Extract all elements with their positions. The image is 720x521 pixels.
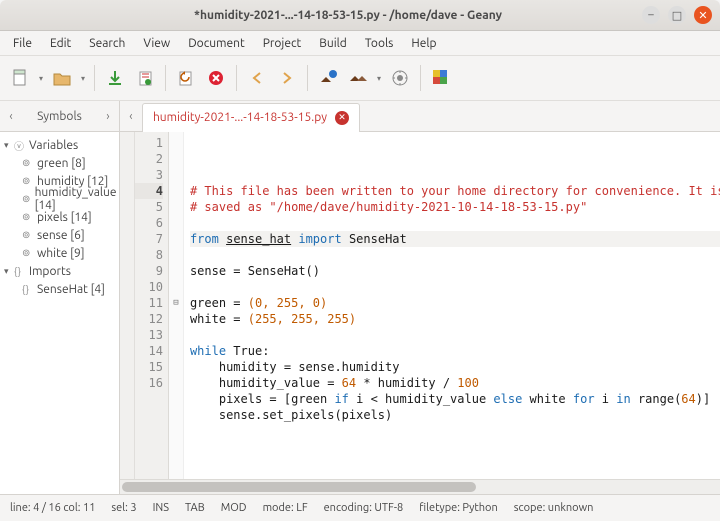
menu-file[interactable]: File: [4, 34, 41, 53]
save-all-button[interactable]: [131, 64, 159, 92]
menu-search[interactable]: Search: [80, 34, 134, 53]
horizontal-scrollbar[interactable]: [120, 479, 720, 494]
maximize-button[interactable]: □: [668, 6, 686, 24]
window-title: *humidity-2021-...-14-18-53-15.py - /hom…: [62, 9, 634, 22]
menubar: File Edit Search View Document Project B…: [0, 31, 720, 56]
symbols-tree[interactable]: ▾ⓥ Variables⊚ green [8]⊚ humidity [12]⊚ …: [0, 132, 119, 494]
status-position: line: 4 / 16 col: 11: [10, 502, 95, 514]
statusbar: line: 4 / 16 col: 11 sel: 3 INS TAB MOD …: [0, 494, 720, 521]
menu-build[interactable]: Build: [310, 34, 356, 53]
status-scope: scope: unknown: [514, 502, 594, 514]
menu-document[interactable]: Document: [179, 34, 253, 53]
sidebar: ‹ Symbols › ▾ⓥ Variables⊚ green [8]⊚ hum…: [0, 101, 120, 494]
sidebar-tab-prev[interactable]: ‹: [0, 110, 22, 123]
status-modified: MOD: [221, 502, 247, 514]
status-tab: TAB: [185, 502, 205, 514]
build-dropdown[interactable]: ▾: [374, 64, 384, 92]
menu-tools[interactable]: Tools: [356, 34, 403, 53]
open-file-button[interactable]: [48, 64, 76, 92]
sidebar-tab-label[interactable]: Symbols: [22, 106, 97, 127]
status-selection: sel: 3: [111, 502, 136, 514]
code-editor[interactable]: 12345678910111213141516 ⊟ # This file ha…: [120, 132, 720, 479]
color-chooser-button[interactable]: [427, 64, 455, 92]
tree-item[interactable]: ⊚ humidity_value [14]: [0, 190, 119, 208]
close-doc-button[interactable]: [202, 64, 230, 92]
compile-button[interactable]: [314, 64, 342, 92]
tree-group[interactable]: ▾{} Imports: [0, 262, 119, 280]
sidebar-tab-next[interactable]: ›: [97, 110, 119, 123]
document-tab-label: humidity-2021-...-14-18-53-15.py: [153, 111, 327, 124]
minimize-button[interactable]: –: [642, 6, 660, 24]
fold-margin[interactable]: ⊟: [169, 132, 184, 479]
tree-group[interactable]: ▾ⓥ Variables: [0, 136, 119, 154]
menu-view[interactable]: View: [134, 34, 179, 53]
document-tabstrip: ‹ humidity-2021-...-14-18-53-15.py ✕: [120, 101, 720, 132]
toolbar: ▾ ▾ ▾: [0, 56, 720, 101]
status-encoding: encoding: UTF-8: [324, 502, 404, 514]
revert-button[interactable]: [172, 64, 200, 92]
tree-item[interactable]: ⊚ white [9]: [0, 244, 119, 262]
new-file-dropdown[interactable]: ▾: [36, 64, 46, 92]
titlebar: *humidity-2021-...-14-18-53-15.py - /hom…: [0, 0, 720, 31]
menu-edit[interactable]: Edit: [41, 34, 80, 53]
marker-margin: [120, 132, 135, 479]
status-filetype: filetype: Python: [419, 502, 498, 514]
tabstrip-prev[interactable]: ‹: [120, 110, 142, 123]
build-button[interactable]: [344, 64, 372, 92]
status-mode: mode: LF: [263, 502, 308, 514]
horizontal-scrollbar-thumb[interactable]: [122, 482, 476, 492]
code-content[interactable]: # This file has been written to your hom…: [184, 132, 720, 479]
close-button[interactable]: ✕: [694, 6, 712, 24]
document-tab-close-icon[interactable]: ✕: [335, 111, 349, 125]
tree-item[interactable]: {} SenseHat [4]: [0, 280, 119, 298]
new-file-button[interactable]: [6, 64, 34, 92]
status-insert: INS: [153, 502, 169, 514]
save-button[interactable]: [101, 64, 129, 92]
nav-forward-button[interactable]: [273, 64, 301, 92]
nav-back-button[interactable]: [243, 64, 271, 92]
menu-help[interactable]: Help: [402, 34, 445, 53]
tree-item[interactable]: ⊚ sense [6]: [0, 226, 119, 244]
menu-project[interactable]: Project: [254, 34, 311, 53]
document-tab[interactable]: humidity-2021-...-14-18-53-15.py ✕: [142, 103, 360, 132]
run-button[interactable]: [386, 64, 414, 92]
line-number-gutter[interactable]: 12345678910111213141516: [135, 132, 169, 479]
tree-item[interactable]: ⊚ green [8]: [0, 154, 119, 172]
open-recent-dropdown[interactable]: ▾: [78, 64, 88, 92]
